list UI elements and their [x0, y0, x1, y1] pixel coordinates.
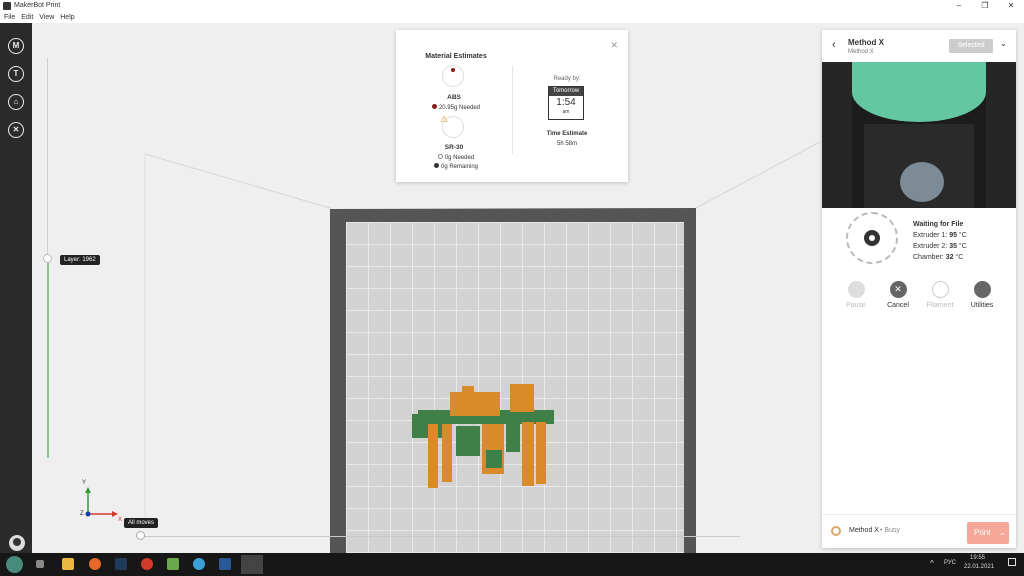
status-ring — [846, 212, 898, 264]
app-icon-5[interactable] — [167, 558, 179, 570]
language-indicator[interactable]: РУС — [944, 560, 956, 566]
clock-date[interactable]: 22.01.2021 — [964, 564, 994, 570]
camera-left-wall — [822, 62, 852, 208]
layer-slider-fill — [46, 258, 49, 458]
photoshop-icon[interactable] — [115, 558, 127, 570]
abs-needed: 20.95g Needed — [426, 104, 486, 111]
chevron-down-icon[interactable]: ⌄ — [1000, 39, 1007, 48]
task-view-icon[interactable] — [36, 560, 44, 568]
layer-slider-handle[interactable] — [43, 254, 52, 263]
print-label: Print — [974, 528, 991, 537]
filament-action[interactable]: Filament — [920, 281, 960, 309]
ext2-label: Extruder 2: — [913, 243, 950, 250]
warning-icon: ⚠ — [440, 114, 449, 124]
selected-button[interactable]: Selected — [949, 39, 993, 53]
ext1-label: Extruder 1: — [913, 232, 950, 239]
ready-calendar-icon: Tomorrow 1:54 am — [548, 86, 584, 120]
abs-name: ABS — [447, 94, 461, 101]
moves-slider-handle[interactable] — [136, 531, 145, 540]
ext1-unit: °C — [956, 232, 967, 239]
sr-swatch — [437, 154, 443, 159]
moves-slider-track[interactable] — [140, 536, 740, 537]
windows-taskbar: ^ РУС 19:55 22.01.2021 — [0, 553, 1024, 576]
file-explorer-icon[interactable] — [62, 558, 74, 570]
filament-spool-icon — [931, 281, 949, 298]
chamber-unit: °C — [953, 254, 964, 261]
pause-icon — [847, 281, 865, 298]
start-button-icon[interactable] — [6, 556, 23, 573]
estimates-card: ✕ Material Estimates ABS 20.95g Needed ⚠… — [396, 30, 628, 182]
layer-tooltip: Layer: 1962 — [60, 255, 100, 265]
cancel-label: Cancel — [887, 302, 909, 309]
camera-right-wall — [986, 62, 1016, 208]
ready-ampm: am — [562, 109, 570, 115]
print-options-icon[interactable]: ⌄ — [999, 522, 1006, 544]
ext2-value: 35 — [949, 243, 957, 250]
card-divider — [512, 66, 513, 154]
sr-name: SR-30 — [444, 144, 464, 151]
printer-model: Method X — [848, 49, 874, 55]
axis-x-label: X — [118, 517, 123, 523]
pause-label: Pause — [846, 302, 866, 309]
ready-day: Tomorrow — [549, 87, 583, 96]
extruder2-temp: Extruder 2: 35 °C — [913, 243, 967, 250]
axis-y-label: Y — [82, 480, 87, 486]
camera-light — [852, 62, 986, 122]
close-icon[interactable]: ✕ — [610, 40, 618, 51]
printer-footer: Method X • Busy Print ⌄ — [822, 514, 1016, 549]
messenger-icon[interactable] — [193, 558, 205, 570]
firefox-icon[interactable] — [89, 558, 101, 570]
sr-remaining-swatch — [433, 163, 439, 168]
time-label: Time Estimate — [546, 131, 588, 137]
gear-icon — [864, 230, 880, 246]
sr-remaining: 0g Remaining — [426, 163, 486, 170]
ready-label: Ready by: — [553, 76, 581, 82]
utilities-label: Utilities — [970, 302, 994, 309]
camera-print — [900, 162, 944, 202]
filament-label: Filament — [926, 302, 954, 309]
tray-chevron-icon[interactable]: ^ — [930, 559, 934, 568]
sr-remaining-text: 0g Remaining — [440, 164, 479, 170]
print-button[interactable]: Print ⌄ — [967, 522, 1009, 544]
abs-ring — [442, 65, 464, 87]
back-chevron-icon[interactable]: ‹ — [832, 39, 836, 51]
status-title: Waiting for File — [913, 221, 964, 228]
printer-status-icon — [831, 526, 841, 536]
chamber-temp: Chamber: 32 °C — [913, 254, 963, 261]
sr-needed-text: 0g Needed — [444, 155, 475, 161]
word-icon[interactable] — [219, 558, 231, 570]
camera-feed — [822, 62, 1016, 208]
utilities-action[interactable]: Utilities — [962, 281, 1002, 309]
chamber-label: Chamber: — [913, 254, 946, 261]
printer-header: ‹ Method X Method X Selected ⌄ — [822, 30, 1016, 62]
makerbot-taskbar-icon[interactable] — [241, 555, 263, 574]
footer-printer-name: Method X — [849, 527, 879, 534]
extruder1-temp: Extruder 1: 95 °C — [913, 232, 967, 239]
utilities-gear-icon — [973, 281, 991, 298]
time-value: 5h 58m — [556, 141, 577, 147]
abs-color-dot — [451, 68, 455, 72]
pause-action[interactable]: Pause — [836, 281, 876, 309]
notification-icon[interactable] — [1008, 558, 1016, 566]
abs-needed-text: 20.95g Needed — [438, 105, 481, 111]
ready-time: 1:54 — [556, 97, 576, 108]
estimates-title: Material Estimates — [425, 53, 487, 60]
chrome-icon[interactable] — [141, 558, 153, 570]
cancel-icon: ✕ — [889, 281, 907, 298]
moves-tooltip: All moves — [124, 518, 159, 528]
printer-name: Method X — [848, 38, 884, 47]
cancel-action[interactable]: ✕ Cancel — [878, 281, 918, 309]
abs-swatch — [431, 104, 437, 109]
ext2-unit: °C — [956, 243, 967, 250]
ext1-value: 95 — [949, 232, 957, 239]
axis-z-label: Z — [80, 511, 84, 517]
clock-time[interactable]: 19:55 — [970, 555, 985, 561]
footer-printer-status: • Busy — [880, 527, 900, 534]
print-model[interactable] — [410, 382, 560, 490]
sr-needed: 0g Needed — [426, 154, 486, 161]
